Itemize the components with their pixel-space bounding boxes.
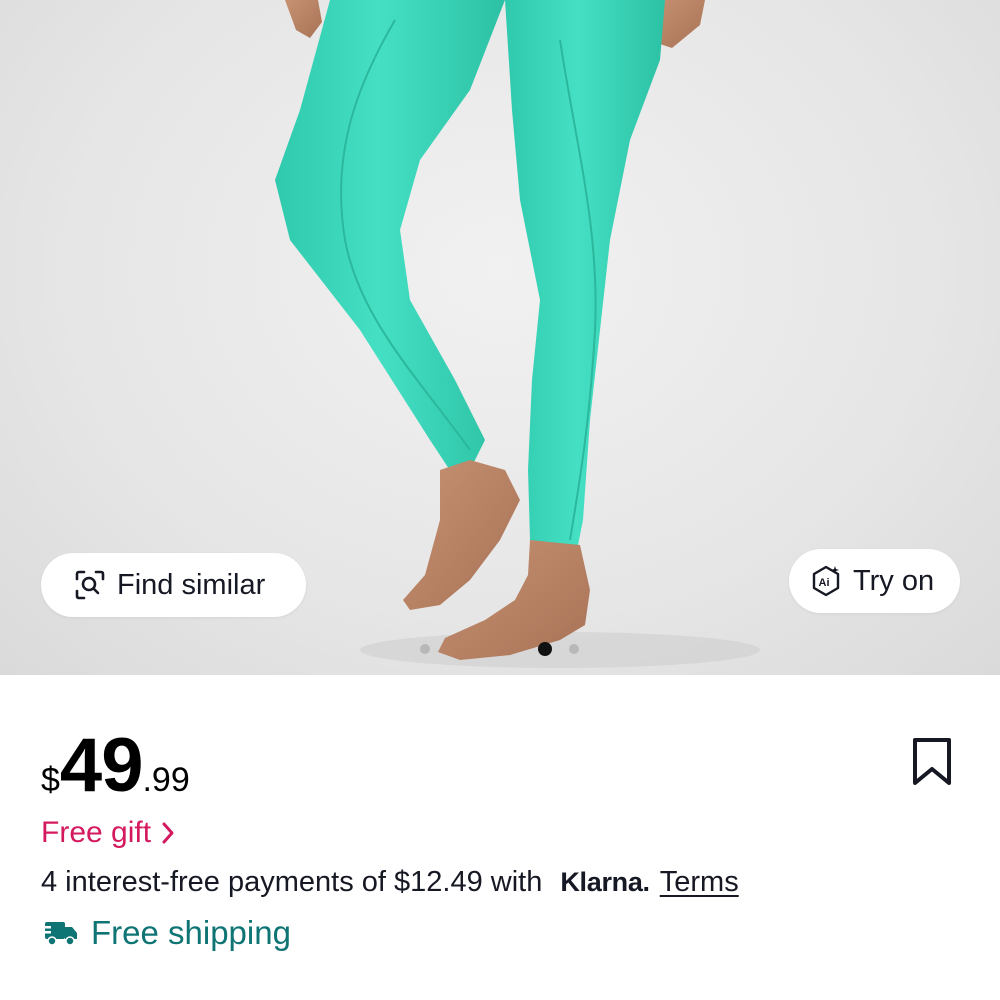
svg-text:Ai: Ai bbox=[819, 577, 830, 589]
chevron-right-icon bbox=[162, 822, 174, 844]
free-shipping-label: Free shipping bbox=[91, 914, 291, 951]
free-gift-link[interactable]: Free gift bbox=[41, 816, 175, 850]
image-pagination-dots bbox=[0, 641, 1000, 657]
free-shipping-row[interactable]: Free shipping bbox=[41, 914, 291, 952]
installments-text: 4 interest-free payments of $12.49 with bbox=[41, 866, 543, 898]
pagination-dot[interactable] bbox=[569, 644, 579, 654]
product-price: $ 49 .99 bbox=[41, 722, 190, 808]
free-gift-label: Free gift bbox=[41, 816, 152, 849]
installments-row: 4 interest-free payments of $12.49 with … bbox=[41, 866, 739, 899]
bookmark-icon bbox=[913, 738, 951, 785]
ai-sparkle-icon: Ai bbox=[809, 564, 843, 598]
product-image-gallery[interactable]: Find similar Ai Try on bbox=[0, 0, 1000, 675]
find-similar-button[interactable]: Find similar bbox=[41, 553, 306, 617]
try-on-button[interactable]: Ai Try on bbox=[789, 549, 960, 613]
pagination-dot-active[interactable] bbox=[538, 642, 552, 656]
klarna-logo: Klarna. bbox=[560, 867, 650, 897]
terms-link[interactable]: Terms bbox=[660, 866, 739, 899]
price-currency: $ bbox=[41, 761, 60, 799]
price-cents: .99 bbox=[142, 761, 190, 799]
price-whole: 49 bbox=[59, 723, 144, 808]
pagination-dot[interactable] bbox=[420, 644, 430, 654]
search-scan-icon bbox=[73, 568, 107, 602]
find-similar-label: Find similar bbox=[117, 568, 266, 601]
truck-icon bbox=[41, 922, 77, 946]
bookmark-button[interactable] bbox=[908, 737, 956, 787]
try-on-label: Try on bbox=[853, 564, 935, 597]
